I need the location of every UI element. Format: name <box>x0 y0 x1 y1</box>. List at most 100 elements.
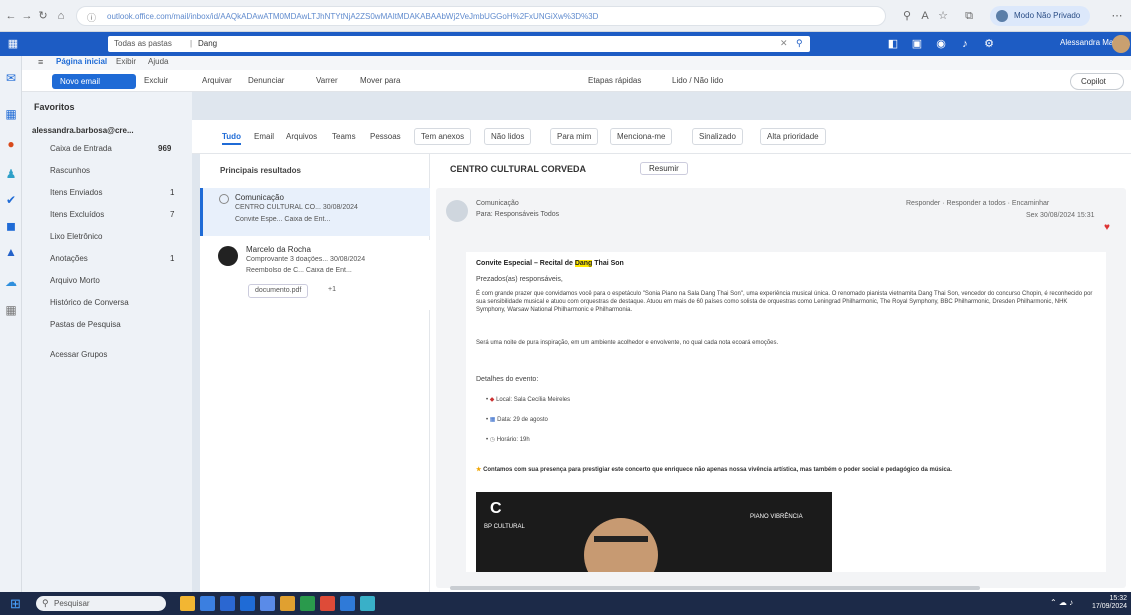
calendar-icon[interactable]: ▦ <box>3 106 19 122</box>
filter-mentions[interactable]: Menciona-me <box>610 128 673 145</box>
reply-all-button[interactable]: Responder a todos <box>946 200 1005 207</box>
delete-button[interactable]: Excluir <box>144 76 168 85</box>
chrome-icon[interactable] <box>320 596 335 611</box>
read-unread-button[interactable]: Lido / Não lido <box>672 76 723 85</box>
message-from[interactable]: Comunicação <box>476 200 519 207</box>
avatar[interactable] <box>1112 35 1130 53</box>
reload-icon[interactable]: ↻ <box>36 9 50 23</box>
forward-button[interactable]: Encaminhar <box>1012 200 1049 207</box>
gear-icon[interactable]: ⚙ <box>982 37 996 51</box>
folder-archive[interactable]: Arquivo Morto <box>50 276 100 285</box>
collections-icon[interactable]: ⧉ <box>962 9 976 23</box>
calendar-icon[interactable]: ▣ <box>910 37 924 51</box>
move-to-button[interactable]: Mover para <box>360 76 400 85</box>
folder-search-folders[interactable]: Pastas de Pesquisa <box>50 320 121 329</box>
attachment-more[interactable]: +1 <box>328 286 336 293</box>
todo-icon[interactable]: ✔ <box>3 192 19 208</box>
taskbar-search[interactable]: ⚲ Pesquisar <box>36 596 166 611</box>
folder-junk[interactable]: Lixo Eletrônico <box>50 232 102 241</box>
folder-inbox[interactable]: Caixa de Entrada 969 <box>50 144 171 153</box>
filter-attachments[interactable]: Tem anexos <box>414 128 472 145</box>
report-button[interactable]: Denunciar <box>248 76 284 85</box>
horizontal-scrollbar[interactable] <box>450 586 980 590</box>
account-header[interactable]: alessandra.barbosa@cre... <box>32 126 134 135</box>
word-icon[interactable] <box>340 596 355 611</box>
onedrive-icon[interactable]: ▲ <box>3 244 19 260</box>
filter-unread[interactable]: Não lidos <box>484 128 532 145</box>
copilot-button[interactable]: Copilot <box>1070 73 1124 90</box>
chat-icon[interactable]: ◉ <box>934 37 948 51</box>
scope-teams[interactable]: Teams <box>332 132 356 141</box>
tab-view[interactable]: Exibir <box>116 57 136 66</box>
search-scope[interactable]: Todas as pastas <box>114 39 172 48</box>
tab-home[interactable]: Página inicial <box>56 57 107 66</box>
event-banner-image[interactable]: C BP CULTURAL PIANO VIBRÊNCIA <box>476 492 832 572</box>
word-icon[interactable]: ◼ <box>3 218 19 234</box>
app-launcher-icon[interactable]: ▦ <box>6 37 20 51</box>
scope-files[interactable]: Arquivos <box>286 132 317 141</box>
message-to[interactable]: Para: Responsáveis Todos <box>476 211 559 218</box>
scope-email[interactable]: Email <box>254 132 274 141</box>
summarize-button[interactable]: Resumir <box>640 162 688 175</box>
search-icon[interactable]: ⚲ <box>796 38 803 49</box>
forward-icon[interactable]: → <box>20 9 34 23</box>
site-info-icon[interactable]: ⓘ <box>87 11 96 24</box>
sweep-button[interactable]: Varrer <box>316 76 338 85</box>
folder-sent[interactable]: Itens Enviados 1 <box>50 188 174 197</box>
heart-icon[interactable]: ♥ <box>1104 222 1110 233</box>
store-icon[interactable] <box>220 596 235 611</box>
apps-icon[interactable]: ▦ <box>3 302 19 318</box>
filter-to-me[interactable]: Para mim <box>550 128 599 145</box>
reply-button[interactable]: Responder <box>906 200 940 207</box>
search-box[interactable]: Todas as pastas | Dang ✕ ⚲ <box>108 36 810 52</box>
groups-icon[interactable]: ♟ <box>3 166 19 182</box>
menu-icon[interactable]: ≡ <box>38 57 43 67</box>
teams-icon[interactable] <box>260 596 275 611</box>
folder-groups[interactable]: Acessar Grupos <box>50 350 107 359</box>
scope-all[interactable]: Tudo <box>222 132 241 145</box>
teams-icon[interactable]: ◧ <box>886 37 900 51</box>
edge-icon[interactable] <box>200 596 215 611</box>
list-item[interactable]: Marcelo da Rocha Comprovante 3 doações..… <box>200 240 430 310</box>
windows-start-icon[interactable]: ⊞ <box>10 596 25 611</box>
back-icon[interactable]: ← <box>4 9 18 23</box>
people-icon[interactable]: ● <box>3 136 19 152</box>
folder-deleted[interactable]: Itens Excluídos 7 <box>50 210 174 219</box>
mail-icon[interactable]: ✉ <box>3 70 19 86</box>
excel-icon[interactable] <box>300 596 315 611</box>
app-rail: ✉ ▦ ● ♟ ✔ ◼ ▲ ☁ ▦ <box>0 56 22 592</box>
extensions-icon[interactable]: ⚲ <box>900 9 914 23</box>
folder-icon[interactable] <box>280 596 295 611</box>
scope-people[interactable]: Pessoas <box>370 132 401 141</box>
folder-conversation-history[interactable]: Histórico de Conversa <box>50 298 129 307</box>
bell-icon[interactable]: ♪ <box>958 37 972 51</box>
file-explorer-icon[interactable] <box>180 596 195 611</box>
app-icon[interactable] <box>360 596 375 611</box>
attachment-chip[interactable]: documento.pdf <box>248 284 309 298</box>
archive-button[interactable]: Arquivar <box>202 76 232 85</box>
select-checkbox[interactable] <box>219 194 229 204</box>
home-icon[interactable]: ⌂ <box>54 9 68 23</box>
address-bar[interactable]: ⓘ outlook.office.com/mail/inbox/id/AAQkA… <box>76 6 886 26</box>
outlook-icon[interactable] <box>240 596 255 611</box>
filter-flagged[interactable]: Sinalizado <box>692 128 743 145</box>
cloud-icon[interactable]: ☁ <box>3 274 19 290</box>
close-icon[interactable]: ✕ <box>780 38 788 49</box>
tab-help[interactable]: Ajuda <box>148 57 168 66</box>
system-tray-icon[interactable]: ⌃ ☁ ♪ <box>1050 598 1073 607</box>
filter-high-priority[interactable]: Alta prioridade <box>760 128 826 145</box>
favorites-header[interactable]: Favoritos <box>34 102 75 112</box>
quick-steps-button[interactable]: Etapas rápidas <box>588 76 641 85</box>
list-item[interactable]: Comunicação CENTRO CULTURAL CO... 30/08/… <box>200 188 430 236</box>
message-list: Principais resultados Comunicação CENTRO… <box>200 154 430 592</box>
new-mail-button[interactable]: Novo email <box>52 74 136 89</box>
folder-notes[interactable]: Anotações 1 <box>50 254 174 263</box>
profile-button[interactable]: Modo Não Privado <box>990 6 1090 26</box>
clock[interactable]: 15:32 17/09/2024 <box>1092 595 1127 611</box>
section-header[interactable]: Principais resultados <box>220 166 301 175</box>
folder-drafts[interactable]: Rascunhos <box>50 166 90 175</box>
favorite-icon[interactable]: ☆ <box>936 9 950 23</box>
search-input[interactable]: Dang <box>198 39 217 48</box>
translate-icon[interactable]: A <box>918 9 932 23</box>
more-icon[interactable]: ⋯ <box>1110 9 1124 23</box>
